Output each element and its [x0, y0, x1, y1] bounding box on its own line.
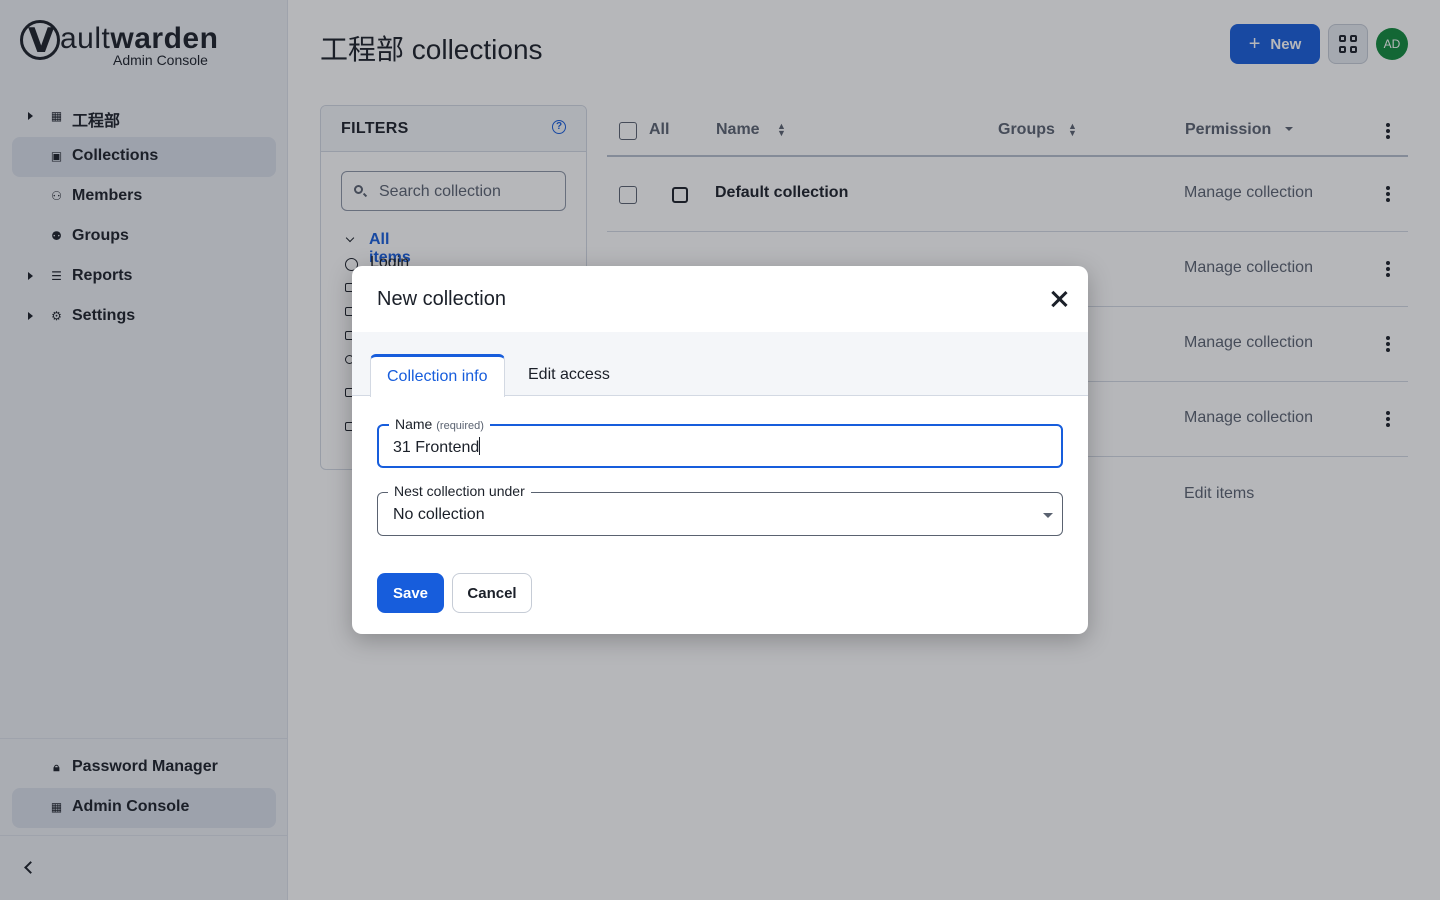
- save-button[interactable]: Save: [377, 573, 444, 613]
- nest-field-label: Nest collection under: [388, 483, 531, 499]
- close-icon[interactable]: [1049, 289, 1069, 309]
- nest-field-value[interactable]: No collection: [393, 506, 485, 524]
- collection-name-field[interactable]: Name (required) 31 Frontend: [377, 416, 1063, 468]
- text-cursor: [479, 437, 481, 455]
- name-field-value[interactable]: 31 Frontend: [393, 437, 481, 457]
- caret-down-icon[interactable]: [1043, 513, 1053, 518]
- tab-edit-access[interactable]: Edit access: [512, 354, 626, 396]
- name-field-label: Name (required): [389, 416, 490, 432]
- dialog-title: New collection: [377, 288, 506, 310]
- nest-collection-select[interactable]: Nest collection under No collection: [377, 483, 1063, 536]
- dialog-tabs: Collection info Edit access: [352, 332, 1088, 397]
- cancel-button[interactable]: Cancel: [452, 573, 532, 613]
- tab-collection-info[interactable]: Collection info: [370, 354, 505, 397]
- new-collection-dialog: New collection Collection info Edit acce…: [352, 266, 1088, 634]
